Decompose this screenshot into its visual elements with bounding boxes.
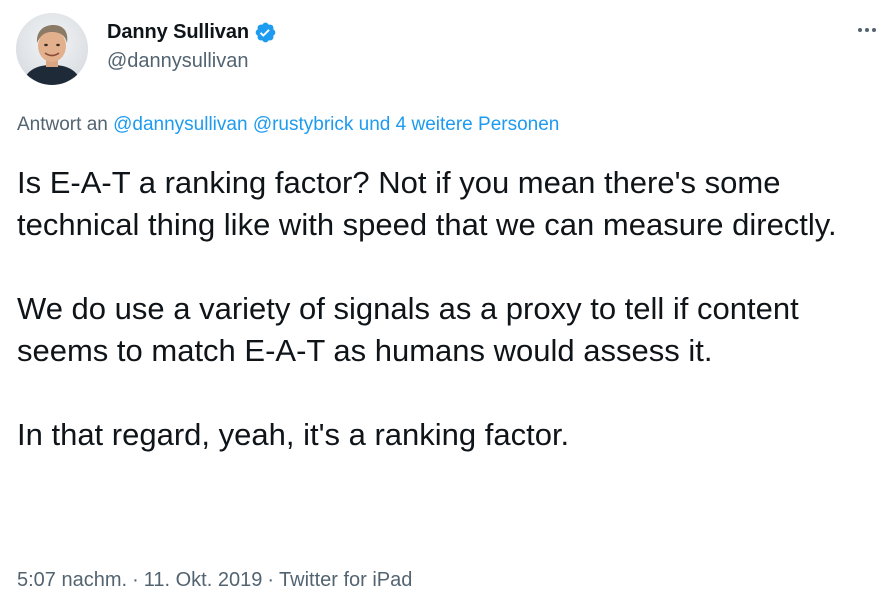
more-options-icon-dot — [872, 28, 876, 32]
more-options-button[interactable] — [852, 18, 882, 42]
tweet-paragraph: Is E-A-T a ranking factor? Not if you me… — [17, 165, 837, 242]
tweet-date[interactable]: 11. Okt. 2019 — [144, 569, 263, 591]
more-options-icon — [858, 28, 862, 32]
tweet-source[interactable]: Twitter for iPad — [279, 569, 412, 591]
reply-mention-rustybrick[interactable]: @rustybrick — [253, 114, 354, 135]
reply-others-link[interactable]: und 4 weitere Personen — [359, 114, 560, 135]
tweet-metadata: 5:07 nachm. · 11. Okt. 2019 · Twitter for iP… — [17, 569, 412, 592]
author-name-row[interactable]: Danny Sullivan — [107, 18, 277, 46]
tweet-paragraph: In that regard, yeah, it's a ranking fac… — [17, 417, 570, 452]
separator: · — [132, 569, 139, 591]
author-name[interactable]: Danny Sullivan — [107, 21, 249, 44]
avatar-image — [16, 13, 88, 85]
reply-prefix: Antwort an — [17, 114, 108, 135]
more-options-icon-dot — [865, 28, 869, 32]
tweet-text: Is E-A-T a ranking factor? Not if you me… — [17, 162, 887, 456]
reply-context: Antwort an @dannysullivan @rustybrick un… — [17, 114, 559, 136]
reply-mention-dannysullivan[interactable]: @dannysullivan — [113, 114, 247, 135]
verified-badge-icon — [254, 21, 277, 44]
author-handle[interactable]: @dannysullivan — [107, 50, 249, 73]
tweet-card: Danny Sullivan @dannysullivan Antwort an… — [0, 0, 896, 605]
tweet-paragraph: We do use a variety of signals as a prox… — [17, 291, 799, 368]
separator: · — [267, 569, 275, 591]
avatar[interactable] — [16, 13, 88, 85]
tweet-time[interactable]: 5:07 nachm. — [17, 569, 127, 591]
